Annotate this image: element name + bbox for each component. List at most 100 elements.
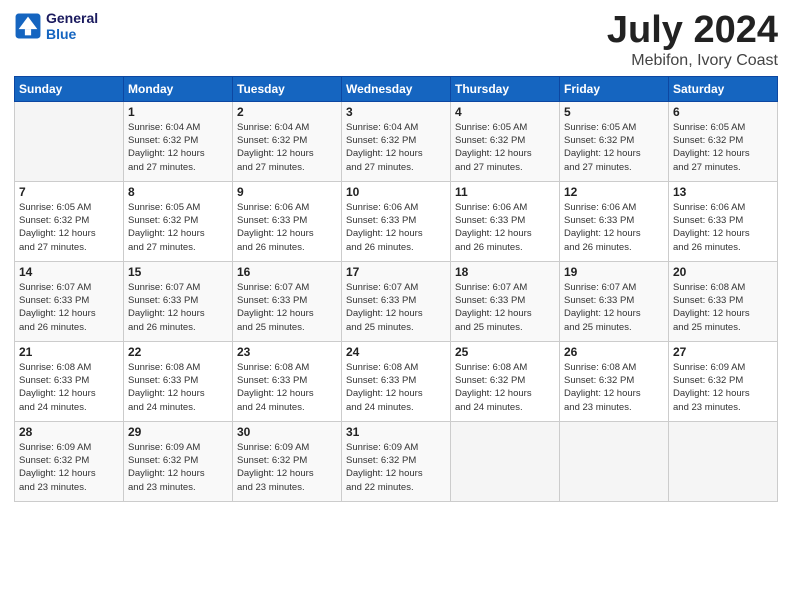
day-number: 22	[128, 345, 228, 359]
day-number: 12	[564, 185, 664, 199]
calendar-day-cell	[451, 421, 560, 501]
day-number: 10	[346, 185, 446, 199]
calendar-week-row: 28 Sunrise: 6:09 AM Sunset: 6:32 PM Dayli…	[15, 421, 778, 501]
calendar-day-cell	[669, 421, 778, 501]
day-number: 18	[455, 265, 555, 279]
weekday-header-cell: Monday	[124, 76, 233, 101]
calendar-day-cell: 31 Sunrise: 6:09 AM Sunset: 6:32 PM Dayli…	[342, 421, 451, 501]
calendar-day-cell: 2Sunrise: 6:04 AM Sunset: 6:32 PM Daylig…	[233, 101, 342, 181]
calendar-day-cell: 11 Sunrise: 6:06 AM Sunset: 6:33 PM Dayli…	[451, 181, 560, 261]
calendar-body: 1 Sunrise: 6:04 AM Sunset: 6:32 PM Daylig…	[15, 101, 778, 501]
calendar-day-cell: 30Sunrise: 6:09 AM Sunset: 6:32 PM Dayli…	[233, 421, 342, 501]
weekday-header-cell: Tuesday	[233, 76, 342, 101]
day-number: 21	[19, 345, 119, 359]
calendar-day-cell: 22Sunrise: 6:08 AM Sunset: 6:33 PM Dayli…	[124, 341, 233, 421]
day-detail: Sunrise: 6:09 AM Sunset: 6:32 PM Dayligh…	[19, 441, 119, 494]
calendar-day-cell: 15 Sunrise: 6:07 AM Sunset: 6:33 PM Dayli…	[124, 261, 233, 341]
day-number: 6	[673, 105, 773, 119]
calendar-week-row: 1 Sunrise: 6:04 AM Sunset: 6:32 PM Daylig…	[15, 101, 778, 181]
day-detail: Sunrise: 6:07 AM Sunset: 6:33 PM Dayligh…	[455, 281, 555, 334]
day-detail: Sunrise: 6:05 AM Sunset: 6:32 PM Dayligh…	[673, 121, 773, 174]
day-detail: Sunrise: 6:08 AM Sunset: 6:33 PM Dayligh…	[19, 361, 119, 414]
day-detail: Sunrise: 6:05 AM Sunset: 6:32 PM Dayligh…	[128, 201, 228, 254]
day-number: 16	[237, 265, 337, 279]
calendar-day-cell: 24 Sunrise: 6:08 AM Sunset: 6:33 PM Dayli…	[342, 341, 451, 421]
calendar-day-cell: 9 Sunrise: 6:06 AM Sunset: 6:33 PM Daylig…	[233, 181, 342, 261]
day-detail: Sunrise: 6:04 AM Sunset: 6:32 PM Dayligh…	[128, 121, 228, 174]
day-number: 15	[128, 265, 228, 279]
day-number: 3	[346, 105, 446, 119]
calendar-day-cell: 19 Sunrise: 6:07 AM Sunset: 6:33 PM Dayli…	[560, 261, 669, 341]
calendar-day-cell: 3Sunrise: 6:04 AM Sunset: 6:32 PM Daylig…	[342, 101, 451, 181]
day-number: 29	[128, 425, 228, 439]
day-detail: Sunrise: 6:08 AM Sunset: 6:32 PM Dayligh…	[564, 361, 664, 414]
day-detail: Sunrise: 6:07 AM Sunset: 6:33 PM Dayligh…	[346, 281, 446, 334]
calendar-day-cell: 18 Sunrise: 6:07 AM Sunset: 6:33 PM Dayli…	[451, 261, 560, 341]
day-number: 23	[237, 345, 337, 359]
day-number: 17	[346, 265, 446, 279]
day-detail: Sunrise: 6:06 AM Sunset: 6:33 PM Dayligh…	[237, 201, 337, 254]
calendar-day-cell: 13 Sunrise: 6:06 AM Sunset: 6:33 PM Dayli…	[669, 181, 778, 261]
day-detail: Sunrise: 6:05 AM Sunset: 6:32 PM Dayligh…	[455, 121, 555, 174]
month-title: July 2024	[607, 10, 778, 52]
day-detail: Sunrise: 6:05 AM Sunset: 6:32 PM Dayligh…	[564, 121, 664, 174]
calendar-day-cell: 10 Sunrise: 6:06 AM Sunset: 6:33 PM Dayli…	[342, 181, 451, 261]
calendar-day-cell: 14Sunrise: 6:07 AM Sunset: 6:33 PM Dayli…	[15, 261, 124, 341]
day-number: 8	[128, 185, 228, 199]
day-number: 24	[346, 345, 446, 359]
weekday-header-row: SundayMondayTuesdayWednesdayThursdayFrid…	[15, 76, 778, 101]
day-detail: Sunrise: 6:08 AM Sunset: 6:33 PM Dayligh…	[237, 361, 337, 414]
day-number: 19	[564, 265, 664, 279]
day-detail: Sunrise: 6:09 AM Sunset: 6:32 PM Dayligh…	[673, 361, 773, 414]
logo-text: General Blue	[46, 10, 98, 42]
calendar-day-cell	[560, 421, 669, 501]
day-number: 5	[564, 105, 664, 119]
day-number: 2	[237, 105, 337, 119]
day-number: 11	[455, 185, 555, 199]
day-detail: Sunrise: 6:06 AM Sunset: 6:33 PM Dayligh…	[455, 201, 555, 254]
day-number: 1	[128, 105, 228, 119]
calendar-day-cell	[15, 101, 124, 181]
day-number: 25	[455, 345, 555, 359]
calendar-week-row: 14 Sunrise: 6:07 AM Sunset: 6:33 PM Dayli…	[15, 261, 778, 341]
day-detail: Sunrise: 6:07 AM Sunset: 6:33 PM Dayligh…	[128, 281, 228, 334]
day-number: 27	[673, 345, 773, 359]
weekday-header-cell: Wednesday	[342, 76, 451, 101]
day-number: 13	[673, 185, 773, 199]
day-detail: Sunrise: 6:09 AM Sunset: 6:32 PM Dayligh…	[237, 441, 337, 494]
calendar-day-cell: 7Sunrise: 6:05 AM Sunset: 6:32 PM Daylig…	[15, 181, 124, 261]
weekday-header-cell: Thursday	[451, 76, 560, 101]
calendar-day-cell: 20 Sunrise: 6:08 AM Sunset: 6:33 PM Dayli…	[669, 261, 778, 341]
calendar-day-cell: 29 Sunrise: 6:09 AM Sunset: 6:32 PM Dayli…	[124, 421, 233, 501]
day-detail: Sunrise: 6:06 AM Sunset: 6:33 PM Dayligh…	[346, 201, 446, 254]
day-detail: Sunrise: 6:08 AM Sunset: 6:33 PM Dayligh…	[346, 361, 446, 414]
calendar-day-cell: 5 Sunrise: 6:05 AM Sunset: 6:32 PM Daylig…	[560, 101, 669, 181]
logo-icon	[14, 12, 42, 40]
day-detail: Sunrise: 6:05 AM Sunset: 6:32 PM Dayligh…	[19, 201, 119, 254]
day-number: 20	[673, 265, 773, 279]
calendar-week-row: 21 Sunrise: 6:08 AM Sunset: 6:33 PM Dayli…	[15, 341, 778, 421]
day-detail: Sunrise: 6:09 AM Sunset: 6:32 PM Dayligh…	[128, 441, 228, 494]
calendar-day-cell: 4 Sunrise: 6:05 AM Sunset: 6:32 PM Daylig…	[451, 101, 560, 181]
day-number: 4	[455, 105, 555, 119]
calendar-day-cell: 8 Sunrise: 6:05 AM Sunset: 6:32 PM Daylig…	[124, 181, 233, 261]
location-title: Mebifon, Ivory Coast	[607, 52, 778, 70]
day-detail: Sunrise: 6:08 AM Sunset: 6:33 PM Dayligh…	[673, 281, 773, 334]
day-number: 9	[237, 185, 337, 199]
calendar-container: General Blue July 2024 Mebifon, Ivory Co…	[0, 0, 792, 512]
logo: General Blue	[14, 10, 98, 42]
weekday-header-cell: Saturday	[669, 76, 778, 101]
calendar-day-cell: 25 Sunrise: 6:08 AM Sunset: 6:32 PM Dayli…	[451, 341, 560, 421]
day-detail: Sunrise: 6:08 AM Sunset: 6:32 PM Dayligh…	[455, 361, 555, 414]
day-number: 31	[346, 425, 446, 439]
calendar-day-cell: 28 Sunrise: 6:09 AM Sunset: 6:32 PM Dayli…	[15, 421, 124, 501]
day-number: 14	[19, 265, 119, 279]
day-detail: Sunrise: 6:07 AM Sunset: 6:33 PM Dayligh…	[564, 281, 664, 334]
day-number: 28	[19, 425, 119, 439]
weekday-header-cell: Sunday	[15, 76, 124, 101]
day-detail: Sunrise: 6:09 AM Sunset: 6:32 PM Dayligh…	[346, 441, 446, 494]
calendar-day-cell: 1 Sunrise: 6:04 AM Sunset: 6:32 PM Daylig…	[124, 101, 233, 181]
calendar-day-cell: 21 Sunrise: 6:08 AM Sunset: 6:33 PM Dayli…	[15, 341, 124, 421]
calendar-day-cell: 12Sunrise: 6:06 AM Sunset: 6:33 PM Dayli…	[560, 181, 669, 261]
day-detail: Sunrise: 6:06 AM Sunset: 6:33 PM Dayligh…	[673, 201, 773, 254]
